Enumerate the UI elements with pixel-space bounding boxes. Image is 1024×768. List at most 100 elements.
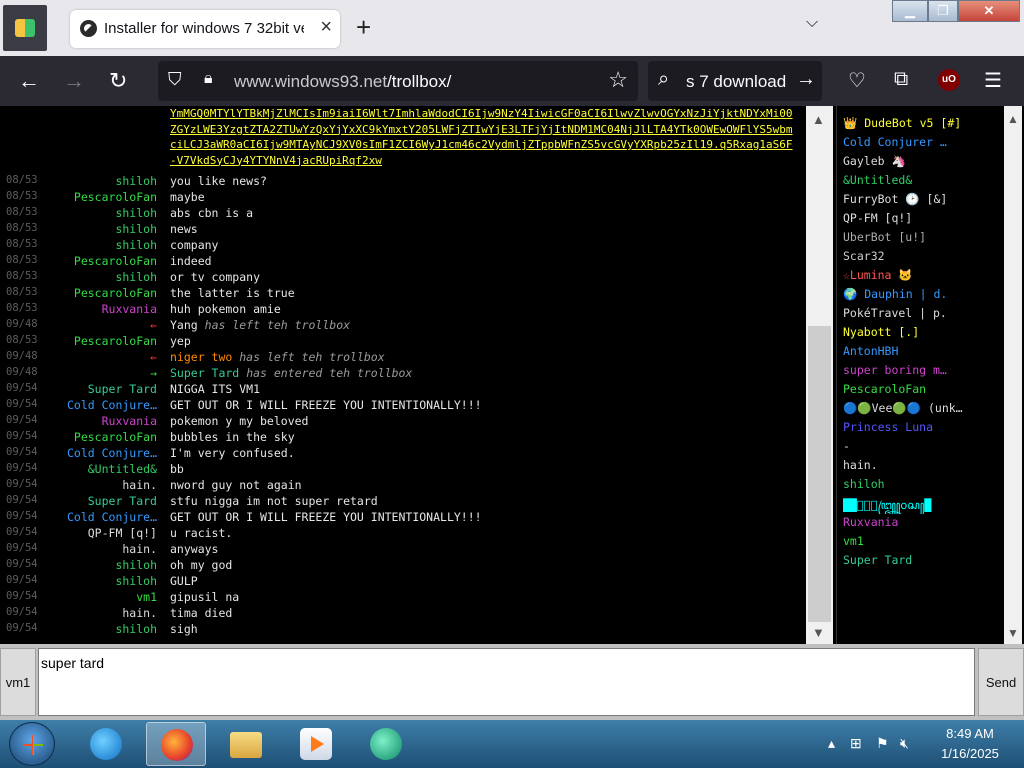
- search-box[interactable]: ⌕ s 7 download →: [648, 61, 822, 101]
- chat-link[interactable]: YmMGQ0MTYlYTBkMjZlMCIsIm9iaiI6Wlt7ImhlaW…: [170, 106, 798, 168]
- close-window-button[interactable]: ✕: [958, 0, 1020, 22]
- message-nick[interactable]: ←: [47, 350, 157, 364]
- user-list-item[interactable]: Nyabott [.]: [843, 325, 993, 343]
- message-nick[interactable]: Super Tard: [47, 494, 157, 508]
- user-list-scrollbar[interactable]: ▲ ▼: [1004, 106, 1022, 644]
- message-nick[interactable]: Cold Conjure…: [47, 510, 157, 524]
- user-list-item[interactable]: Cold Conjurer …: [843, 135, 993, 153]
- ublock-icon[interactable]: uO: [938, 69, 960, 91]
- start-button[interactable]: [9, 722, 55, 766]
- message-nick[interactable]: Super Tard: [47, 382, 157, 396]
- user-list-item[interactable]: Gayleb 🦄: [843, 154, 993, 172]
- new-tab-button[interactable]: +: [356, 12, 371, 43]
- scroll-down-icon[interactable]: ▼: [812, 625, 825, 640]
- hamburger-menu-icon[interactable]: ☰: [984, 68, 1002, 93]
- file-explorer-icon[interactable]: [216, 722, 276, 766]
- app-icon[interactable]: [356, 722, 416, 766]
- user-list-item[interactable]: FurryBot 🕑 [&]: [843, 192, 993, 210]
- search-go-arrow-icon[interactable]: →: [796, 68, 816, 91]
- user-list-item[interactable]: QP-FM [q!]: [843, 211, 993, 229]
- user-list-item[interactable]: ██ꦿꦶꦸ꧅꧆ꦱ꧀█: [843, 496, 993, 514]
- user-list-item[interactable]: 🔵🟢Vee🟢🔵 (unk…: [843, 401, 993, 419]
- message-nick[interactable]: Cold Conjure…: [47, 446, 157, 460]
- user-list-item[interactable]: -: [843, 439, 993, 457]
- user-list-item[interactable]: &Untitled&: [843, 173, 993, 191]
- chat-scrollbar[interactable]: ▲ ▼: [806, 106, 833, 644]
- tab-close-icon[interactable]: ×: [320, 16, 332, 39]
- message-nick[interactable]: →: [47, 366, 157, 380]
- reload-icon[interactable]: ↻: [109, 68, 127, 94]
- extensions-icon[interactable]: ⧉: [894, 68, 908, 91]
- tracking-shield-icon[interactable]: ⛉: [168, 69, 182, 90]
- volume-muted-icon[interactable]: 🔇︎: [900, 735, 918, 753]
- user-list-item[interactable]: Scar32: [843, 249, 993, 267]
- message-nick[interactable]: hain.: [47, 542, 157, 556]
- message-nick[interactable]: PescaroloFan: [47, 430, 157, 444]
- firefox-icon[interactable]: [146, 722, 206, 766]
- scroll-up-icon[interactable]: ▲: [812, 112, 825, 127]
- message-nick[interactable]: shiloh: [47, 622, 157, 636]
- message-nick[interactable]: PescaroloFan: [47, 254, 157, 268]
- scroll-thumb[interactable]: [808, 326, 831, 622]
- clock-date[interactable]: 1/16/2025: [930, 746, 1010, 761]
- message-action: has entered teh trollbox: [246, 366, 413, 380]
- message-nick[interactable]: shiloh: [47, 270, 157, 284]
- user-list-item[interactable]: super boring m…: [843, 363, 993, 381]
- message-input[interactable]: super tard: [38, 648, 975, 716]
- user-list-item[interactable]: vm1: [843, 534, 993, 552]
- message-nick[interactable]: ←: [47, 318, 157, 332]
- user-list-item[interactable]: hain.: [843, 458, 993, 476]
- url-bar[interactable]: ⛉ 🔒︎ www.windows93.net/trollbox/ ☆: [158, 61, 638, 101]
- message-nick[interactable]: PescaroloFan: [47, 190, 157, 204]
- user-list-item[interactable]: ☆Lumina 🐱: [843, 268, 993, 286]
- message-nick[interactable]: shiloh: [47, 174, 157, 188]
- internet-explorer-icon[interactable]: [76, 722, 136, 766]
- user-list-item[interactable]: PokéTravel | p.: [843, 306, 993, 324]
- forward-arrow-icon[interactable]: →: [63, 68, 85, 94]
- tray-expand-icon[interactable]: ▴: [828, 735, 846, 753]
- user-list-item[interactable]: 👑 DudeBot v5 [#]: [843, 116, 993, 134]
- message-nick[interactable]: vm1: [47, 590, 157, 604]
- message-nick[interactable]: PescaroloFan: [47, 334, 157, 348]
- message-nick[interactable]: Cold Conjure…: [47, 398, 157, 412]
- user-list-item[interactable]: PescaroloFan: [843, 382, 993, 400]
- browser-tab[interactable]: Installer for windows 7 32bit ver ×: [70, 10, 340, 48]
- back-arrow-icon[interactable]: ←: [18, 68, 40, 94]
- message-nick[interactable]: shiloh: [47, 558, 157, 572]
- bookmark-star-icon[interactable]: ☆: [608, 67, 628, 93]
- message-nick[interactable]: QP-FM [q!]: [47, 526, 157, 540]
- user-list-item[interactable]: 🌍 Dauphin | d.: [843, 287, 993, 305]
- message-nick[interactable]: PescaroloFan: [47, 286, 157, 300]
- tab-list-chevron-icon[interactable]: ⌵: [806, 14, 818, 32]
- message-nick[interactable]: hain.: [47, 606, 157, 620]
- nickname-button[interactable]: vm1: [0, 648, 36, 716]
- user-list-item[interactable]: Super Tard: [843, 553, 993, 571]
- message-timestamp: 09/48: [6, 366, 38, 378]
- clock-time[interactable]: 8:49 AM: [930, 726, 1010, 741]
- message-nick[interactable]: Ruxvania: [47, 414, 157, 428]
- message-nick[interactable]: hain.: [47, 478, 157, 492]
- message-nick[interactable]: shiloh: [47, 222, 157, 236]
- network-icon[interactable]: ⊞: [850, 735, 868, 753]
- message-nick[interactable]: &Untitled&: [47, 462, 157, 476]
- action-center-flag-icon[interactable]: ⚑: [876, 735, 894, 753]
- user-list-item[interactable]: Princess Luna: [843, 420, 993, 438]
- pocket-icon[interactable]: ♡: [848, 68, 866, 93]
- send-button[interactable]: Send: [978, 648, 1024, 716]
- user-list-item[interactable]: shiloh: [843, 477, 993, 495]
- message-nick[interactable]: shiloh: [47, 574, 157, 588]
- lock-icon[interactable]: 🔒︎: [204, 70, 213, 88]
- user-list-item[interactable]: AntonHBH: [843, 344, 993, 362]
- app-icon[interactable]: [3, 5, 47, 51]
- message-nick[interactable]: shiloh: [47, 206, 157, 220]
- user-list-item[interactable]: Ruxvania: [843, 515, 993, 533]
- media-player-icon[interactable]: [286, 722, 346, 766]
- user-list-item[interactable]: UberBot [u!]: [843, 230, 993, 248]
- scroll-down-icon[interactable]: ▼: [1007, 626, 1019, 640]
- scroll-up-icon[interactable]: ▲: [1007, 112, 1019, 126]
- message-nick[interactable]: Ruxvania: [47, 302, 157, 316]
- message-nick[interactable]: shiloh: [47, 238, 157, 252]
- maximize-button[interactable]: ❐: [928, 0, 958, 22]
- search-input[interactable]: s 7 download: [686, 72, 790, 92]
- minimize-button[interactable]: ▁: [892, 0, 928, 22]
